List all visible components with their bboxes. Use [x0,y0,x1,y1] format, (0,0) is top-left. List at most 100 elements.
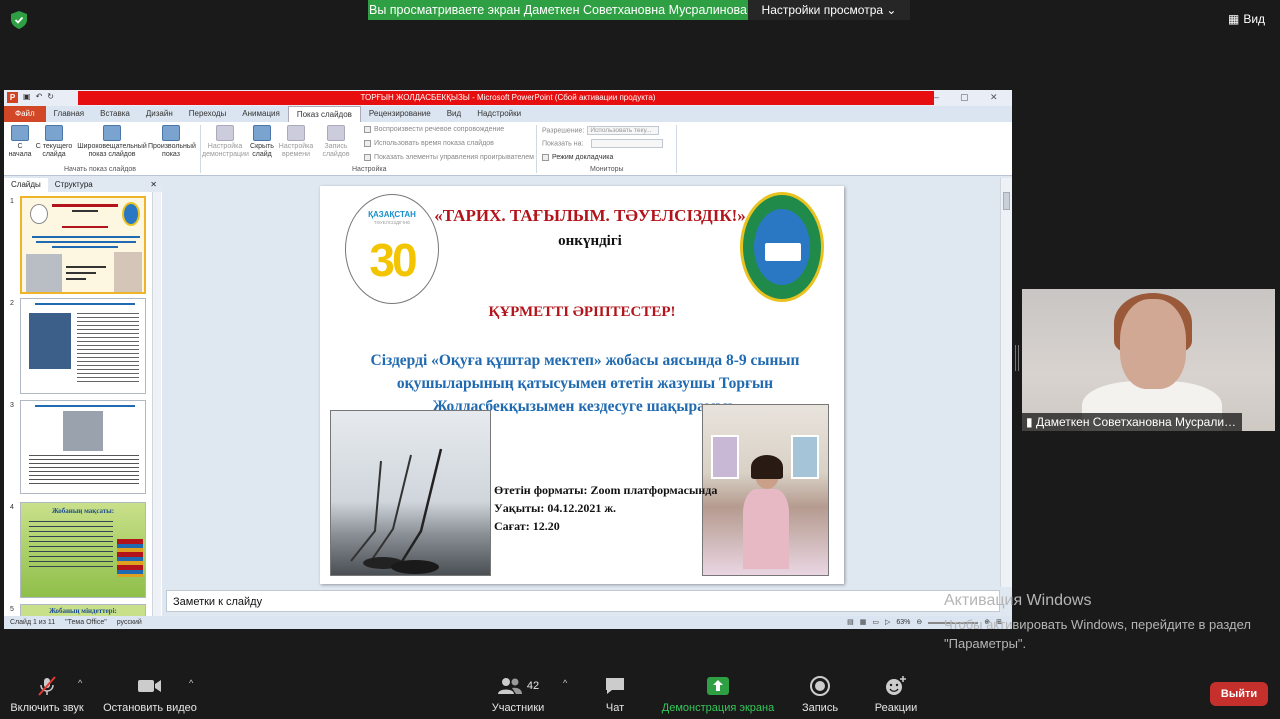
tab-outline[interactable]: Структура [48,178,100,192]
view-button-label: Вид [1243,12,1266,26]
close-icon[interactable]: ✕ [990,92,998,103]
status-language: русский [116,619,142,626]
tab-addins[interactable]: Надстройки [469,106,529,122]
security-shield-icon[interactable] [11,11,27,29]
controls-checkbox[interactable]: Показать элементы управления проигрывате… [364,154,534,161]
view-settings-dropdown[interactable]: Настройки просмотра ⌄ [748,0,910,20]
slides-pane-tabs: Слайды Структура ✕ [4,178,162,192]
thumb4-title: Жобаның мақсаты: [51,507,115,515]
slide-thumbnails: 1 2 3 4 Жобаның мақсаты: 5 Жобаның мінде… [4,192,162,616]
unmute-button[interactable]: Включить звук [8,675,86,714]
tab-design[interactable]: Дизайн [138,106,181,122]
slideshow-view-icon[interactable]: ▷ [885,616,890,629]
share-screen-arrow-icon [707,677,729,695]
signal-bars-icon: ▮ [1026,415,1033,429]
custom-show-button[interactable]: Произвольный показ [148,125,196,159]
tab-slide-show[interactable]: Показ слайдов [287,106,361,122]
minimize-icon[interactable]: – [934,92,939,102]
slide-thumbnail-4[interactable]: Жобаның мақсаты: [20,502,146,598]
from-start-button[interactable]: С начала [8,125,32,159]
slide-subtitle: онкүндігі [558,233,622,249]
participants-button[interactable]: 42 Участники [484,675,552,714]
tab-transitions[interactable]: Переходы [181,106,235,122]
timings-checkbox[interactable]: Использовать время показа слайдов [364,140,494,147]
windows-activation-title: Активация Windows [944,592,1092,609]
custom-show-icon [162,125,180,141]
record-icon [327,125,345,141]
slide-greeting: ҚҰРМЕТТІ ӘРІПТЕСТЕР! [488,304,676,320]
audio-options-caret-icon[interactable]: ^ [78,678,82,688]
chevron-down-icon: ⌄ [886,3,897,17]
participants-count: 42 [526,680,540,692]
tab-file[interactable]: Файл [4,106,46,122]
participants-options-caret-icon[interactable]: ^ [563,678,567,688]
hide-slide-button[interactable]: Скрыть слайд [250,125,274,159]
stop-video-button[interactable]: Остановить видео [100,675,200,714]
thumbnails-scrollbar[interactable] [152,192,161,616]
slideshow-current-icon [45,125,63,141]
slideshow-start-icon [11,125,29,141]
thumb-number: 3 [10,402,14,409]
reading-view-icon[interactable]: ▭ [872,616,879,629]
zoom-level: 63% [896,619,911,626]
record-slides-button[interactable]: Запись слайдов [316,125,356,159]
event-date: Уақыты: 04.12.2021 ж. [494,501,617,515]
tab-insert[interactable]: Вставка [92,106,138,122]
slide-notes-field[interactable]: Заметки к слайду [166,590,1000,612]
record-button[interactable]: Запись [798,675,842,714]
normal-view-icon[interactable]: ▤ [847,616,854,629]
leave-meeting-button[interactable]: Выйти [1210,682,1268,706]
writer-photo [702,404,829,576]
tab-review[interactable]: Рецензирование [361,106,439,122]
chat-button[interactable]: Чат [598,675,632,714]
current-slide[interactable]: ҚАЗАҚСТАН ТӘУЕЛСІЗДІГІНЕ 30 «ТАРИХ. ТАҒЫ… [320,186,844,584]
slide-sorter-icon[interactable]: ▦ [860,616,867,629]
ppt-status-bar: Слайд 1 из 11 "Тема Office" русский ▤ ▦ … [4,616,1012,629]
view-button[interactable]: ▦ Вид [1228,8,1274,30]
resolution-dropdown[interactable]: Разрешение: Использовать теку... [542,126,660,135]
hide-slide-icon [253,125,271,141]
participants-icon [497,678,522,694]
thumb-number: 1 [10,198,14,205]
video-options-caret-icon[interactable]: ^ [189,678,193,688]
rehearse-timings-button[interactable]: Настройка времени [278,125,314,159]
reactions-button[interactable]: Реакции [872,675,920,714]
tab-view[interactable]: Вид [439,106,469,122]
slide-thumbnail-1[interactable] [20,196,146,294]
tab-animation[interactable]: Анимация [234,106,288,122]
participant-video-tile[interactable]: ▮ Даметкен Советхановна Мусрали… [1022,289,1275,431]
ppt-window-title: ТОРҒЫН ЖОЛДАСБЕКҚЫЗЫ - Microsoft PowerPo… [360,93,656,102]
slide-thumbnail-3[interactable] [20,400,146,494]
show-on-dropdown[interactable]: Показать на: [542,139,664,148]
ribbon-slide-show: С начала С текущего слайда Широковещател… [4,122,1012,176]
group-label-start: Начать показ слайдов [64,166,136,173]
presenter-view-checkbox[interactable]: Режим докладчика [542,154,613,161]
zoom-out-icon[interactable]: ⊖ [916,616,922,629]
event-info: Өтетін форматы: Zoom платформасында Уақы… [494,481,717,535]
narration-checkbox[interactable]: Воспроизвести речевое сопровождение [364,126,504,133]
group-label-monitors: Мониторы [590,166,624,173]
broadcast-button[interactable]: Широковещательный показ слайдов [76,125,148,159]
thumb-number: 4 [10,504,14,511]
ribbon-tabs: Файл Главная Вставка Дизайн Переходы Ани… [4,106,1012,122]
maximize-icon[interactable]: ▢ [960,92,969,103]
participant-name-label: ▮ Даметкен Советхановна Мусрали… [1022,413,1242,431]
timer-icon [287,125,305,141]
from-current-button[interactable]: С текущего слайда [34,125,74,159]
thumb-number: 2 [10,300,14,307]
tab-slides[interactable]: Слайды [4,178,48,192]
microphones-photo [330,410,491,576]
setup-icon [216,125,234,141]
close-pane-icon[interactable]: ✕ [145,178,162,192]
slide-thumbnail-2[interactable] [20,298,146,394]
share-screen-button[interactable]: Демонстрация экрана [656,675,780,714]
setup-show-button[interactable]: Настройка демонстрации [202,125,249,159]
view-settings-label: Настройки просмотра [761,3,884,17]
slide-thumbnail-5[interactable]: Жобаның міндеттері: [20,604,146,616]
grid-view-icon: ▦ [1228,12,1240,26]
powerpoint-window: P ▣ ↶ ↻ ТОРҒЫН ЖОЛДАСБЕКҚЫЗЫ - Microsoft… [4,90,1012,629]
microphone-muted-icon [38,676,56,696]
slide-scrollbar[interactable] [1000,178,1012,587]
panel-splitter-handle[interactable] [1015,345,1019,371]
tab-home[interactable]: Главная [46,106,92,122]
